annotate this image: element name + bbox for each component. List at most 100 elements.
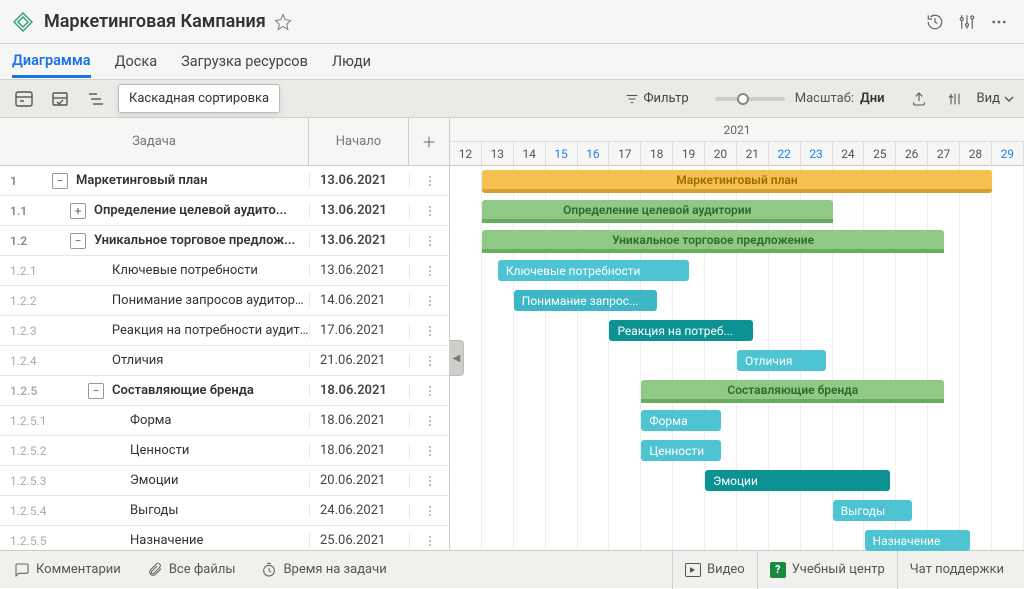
gantt-bar[interactable]: Реакция на потреб... — [609, 320, 753, 341]
baseline-icon[interactable] — [46, 86, 74, 112]
row-menu-button[interactable] — [409, 504, 449, 518]
footer-bar: Комментарии Все файлы Время на задачи Ви… — [0, 550, 1024, 588]
row-menu-button[interactable] — [409, 234, 449, 248]
filter-button[interactable]: Фильтр — [625, 91, 689, 106]
row-menu-button[interactable] — [409, 414, 449, 428]
comments-button[interactable]: Комментарии — [8, 562, 127, 578]
day-header: 16 — [578, 142, 610, 166]
app-header: Маркетинговая Кампания — [0, 0, 1024, 44]
task-row[interactable]: 1.2.3Реакция на потребности аудит...17.0… — [0, 316, 449, 346]
gantt-toolbar: Каскадная сортировка Фильтр Масштаб: Дни… — [0, 80, 1024, 118]
row-number: 1.2.1 — [0, 264, 44, 278]
timelog-label: Время на задачи — [283, 562, 386, 577]
chat-label: Чат поддержки — [910, 562, 1004, 577]
task-name: Понимание запросов аудитории — [112, 293, 309, 308]
task-row[interactable]: 1.2.5.4Выгоды24.06.2021 — [0, 496, 449, 526]
gantt-bar[interactable]: Составляющие бренда — [641, 380, 944, 403]
task-row[interactable]: 1.1+Определение целевой аудито...13.06.2… — [0, 196, 449, 226]
task-start-date: 24.06.2021 — [309, 503, 409, 518]
task-row[interactable]: 1−Маркетинговый план13.06.2021 — [0, 166, 449, 196]
row-menu-button[interactable] — [409, 384, 449, 398]
learn-button[interactable]: ? Учебный центр — [757, 551, 897, 589]
row-toggle[interactable]: − — [52, 173, 68, 189]
scale-value: Дни — [860, 91, 885, 106]
settings-sliders-icon[interactable] — [954, 9, 980, 35]
row-toggle[interactable]: − — [88, 383, 104, 399]
row-number: 1.2.5.2 — [0, 444, 44, 458]
day-header: 28 — [960, 142, 992, 166]
task-start-date: 14.06.2021 — [309, 293, 409, 308]
favorite-star-icon[interactable] — [274, 13, 292, 31]
row-toggle[interactable]: − — [70, 233, 86, 249]
gantt-bar[interactable]: Эмоции — [705, 470, 890, 491]
gantt-bar[interactable]: Отличия — [737, 350, 826, 371]
row-number: 1.2.4 — [0, 354, 44, 368]
task-row[interactable]: 1.2.2 Понимание запросов аудитории14.06.2… — [0, 286, 449, 316]
row-menu-button[interactable] — [409, 294, 449, 308]
row-menu-button[interactable] — [409, 264, 449, 278]
help-icon: ? — [770, 562, 786, 578]
gantt-chart: Маркетинговый план Определение целевой ау… — [450, 166, 1024, 550]
gantt-bar[interactable]: Уникальное торговое предложение — [482, 230, 944, 253]
view-dropdown[interactable]: Вид — [977, 91, 1014, 106]
row-number: 1.2.2 — [0, 294, 44, 308]
row-menu-button[interactable] — [409, 204, 449, 218]
zoom-slider[interactable] — [715, 97, 785, 101]
timelog-button[interactable]: Время на задачи — [255, 562, 392, 578]
filter-label: Фильтр — [644, 91, 689, 106]
row-number: 1.2.5.1 — [0, 414, 44, 428]
video-button[interactable]: Видео — [672, 551, 757, 589]
gantt-bar[interactable]: Ценности — [641, 440, 721, 461]
more-menu-icon[interactable] — [986, 9, 1012, 35]
row-number: 1.2.5 — [0, 384, 44, 398]
row-number: 1 — [0, 174, 44, 188]
day-header: 25 — [864, 142, 896, 166]
row-menu-button[interactable] — [409, 324, 449, 338]
task-row[interactable]: 1.2−Уникальное торговое предлож...13.06.… — [0, 226, 449, 256]
task-row[interactable]: 1.2.5.2Ценности18.06.2021 — [0, 436, 449, 466]
gantt-bar[interactable]: Понимание запрос... — [514, 290, 658, 311]
task-row[interactable]: 1.2.5.1Форма18.06.2021 — [0, 406, 449, 436]
gantt-bar[interactable]: Назначение — [865, 530, 970, 551]
chat-button[interactable]: Чат поддержки — [897, 551, 1016, 589]
tab-board[interactable]: Доска — [115, 47, 158, 76]
gantt-bar[interactable]: Выгоды — [833, 500, 913, 521]
row-toggle[interactable]: + — [70, 203, 86, 219]
task-name: Определение целевой аудито... — [94, 203, 287, 218]
tab-people[interactable]: Люди — [332, 47, 371, 76]
play-icon — [685, 563, 701, 577]
app-logo-icon — [12, 11, 34, 33]
col-start-header: Начало — [309, 118, 409, 165]
row-menu-button[interactable] — [409, 354, 449, 368]
tab-diagram[interactable]: Диаграмма — [12, 46, 91, 78]
gantt-bar[interactable]: Определение целевой аудитории — [482, 200, 833, 223]
row-menu-button[interactable] — [409, 474, 449, 488]
row-menu-button[interactable] — [409, 174, 449, 188]
task-row[interactable]: 1.2.4Отличия21.06.2021 — [0, 346, 449, 376]
row-menu-button[interactable] — [409, 534, 449, 548]
export-icon[interactable] — [905, 86, 933, 112]
row-menu-button[interactable] — [409, 444, 449, 458]
task-name: Выгоды — [130, 503, 178, 518]
add-column-button[interactable] — [409, 118, 449, 165]
columns-icon[interactable] — [941, 86, 969, 112]
row-number: 1.2.3 — [0, 324, 44, 338]
history-icon[interactable] — [922, 9, 948, 35]
files-button[interactable]: Все файлы — [141, 562, 242, 578]
gantt-bar[interactable]: Маркетинговый план — [482, 170, 992, 193]
gantt-bar[interactable]: Ключевые потребности — [498, 260, 689, 281]
gantt-bar[interactable]: Форма — [641, 410, 721, 431]
day-header: 18 — [641, 142, 673, 166]
collapse-handle[interactable]: ◀ — [450, 340, 464, 376]
day-header: 22 — [769, 142, 801, 166]
task-name: Ключевые потребности — [112, 263, 258, 278]
task-row[interactable]: 1.2.1Ключевые потребности13.06.2021 — [0, 256, 449, 286]
task-row[interactable]: 1.2.5.5Назначение25.06.2021 — [0, 526, 449, 550]
task-start-date: 13.06.2021 — [309, 233, 409, 248]
cascade-sort-icon[interactable] — [82, 86, 110, 112]
tab-workload[interactable]: Загрузка ресурсов — [181, 47, 308, 76]
auto-schedule-icon[interactable] — [10, 86, 38, 112]
task-row[interactable]: 1.2.5.3Эмоции20.06.2021 — [0, 466, 449, 496]
learn-label: Учебный центр — [792, 562, 885, 577]
task-row[interactable]: 1.2.5−Составляющие бренда18.06.2021 — [0, 376, 449, 406]
